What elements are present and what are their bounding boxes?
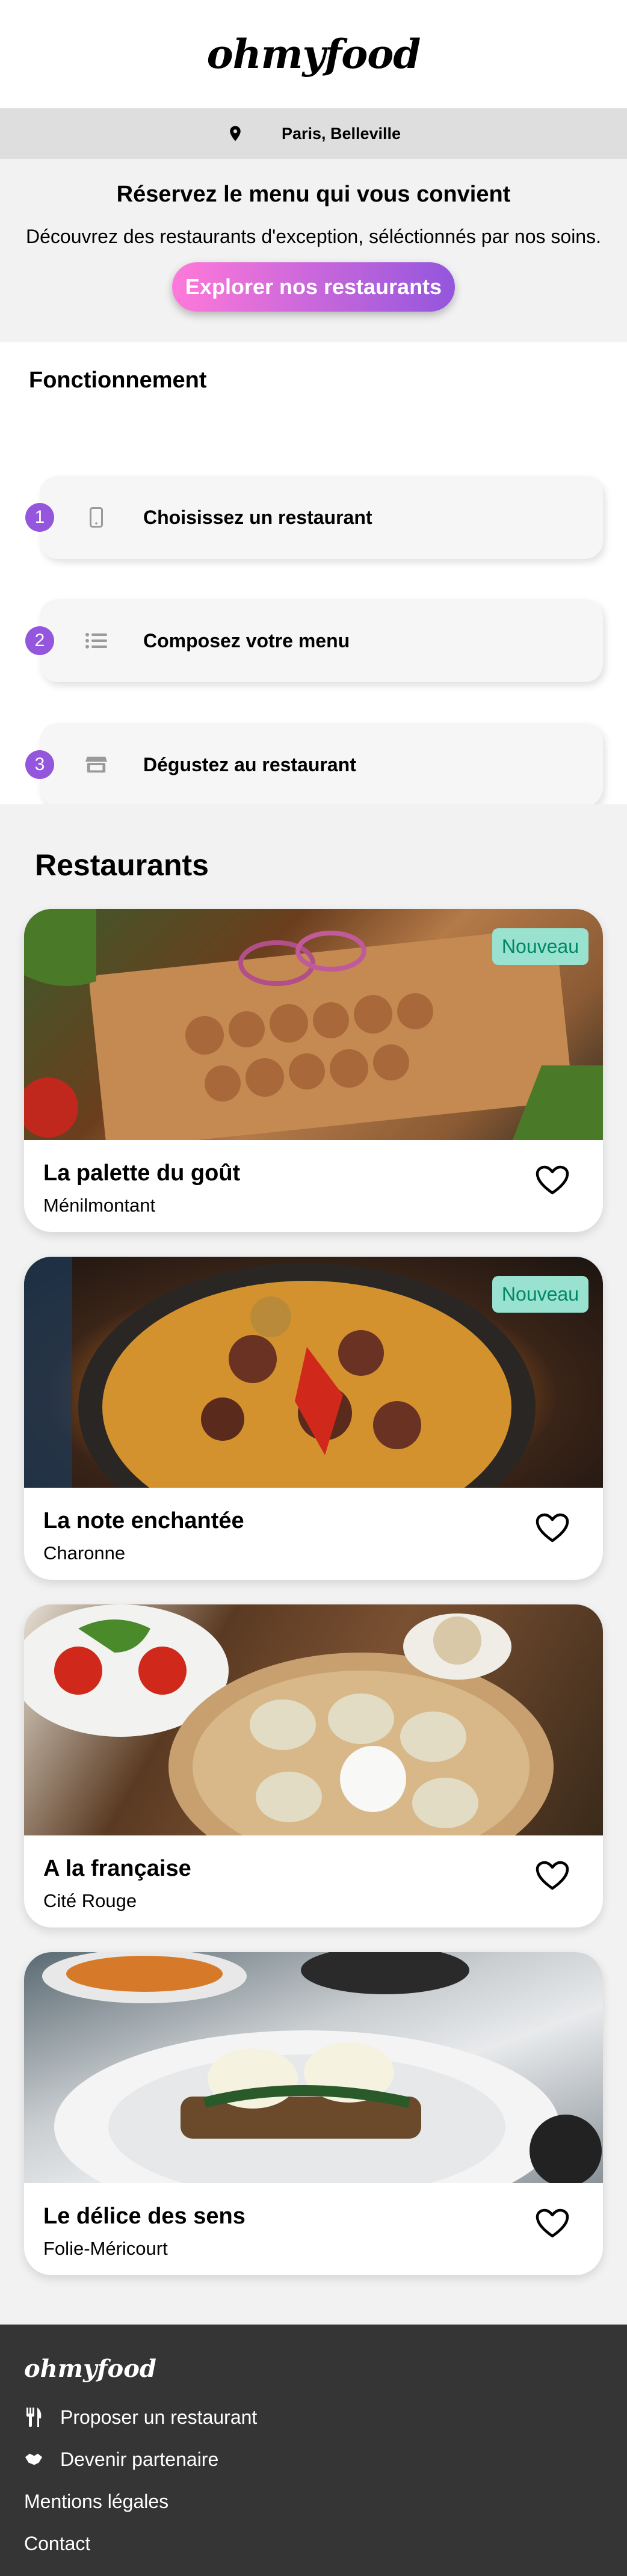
- step-label: Dégustez au restaurant: [143, 753, 356, 775]
- logo[interactable]: ohmyfood: [207, 31, 421, 78]
- step-label: Choisissez un restaurant: [143, 506, 372, 528]
- footer-logo[interactable]: ohmyfood: [24, 2355, 627, 2383]
- footer-link-label: Proposer un restaurant: [60, 2406, 258, 2428]
- heart-icon[interactable]: [536, 2208, 569, 2239]
- footer-link-legal[interactable]: Mentions légales: [24, 2480, 627, 2522]
- location-text: Paris, Belleville: [281, 124, 401, 143]
- footer-link-propose-restaurant[interactable]: Proposer un restaurant: [24, 2396, 627, 2438]
- new-badge: Nouveau: [492, 1276, 588, 1313]
- store-icon: [85, 754, 107, 775]
- restaurant-image[interactable]: Nouveau: [24, 1257, 603, 1488]
- step-label: Composez votre menu: [143, 629, 350, 652]
- restaurant-name: La note enchantée: [43, 1508, 244, 1533]
- explore-restaurants-button[interactable]: Explorer nos restaurants: [171, 262, 456, 312]
- how-title: Fonctionnement: [29, 368, 207, 393]
- list-icon: [85, 630, 107, 652]
- location-bar: Paris, Belleville: [0, 108, 627, 159]
- restaurants-section: Restaurants Nouveau La palette du goût M…: [0, 804, 627, 2325]
- step-card: 1 Choisissez un restaurant: [25, 476, 603, 559]
- site-footer: ohmyfood Proposer un restaurant Devenir …: [0, 2325, 627, 2576]
- map-marker-icon: [230, 126, 241, 141]
- hero-subtitle: Découvrez des restaurants d'exception, s…: [26, 226, 601, 247]
- step-number: 3: [25, 750, 54, 779]
- restaurant-name: A la française: [43, 1856, 191, 1881]
- mobile-icon: [85, 507, 107, 528]
- restaurant-image[interactable]: [24, 1604, 603, 1835]
- step-card: 3 Dégustez au restaurant: [25, 723, 603, 806]
- restaurant-area: Charonne: [43, 1542, 126, 1564]
- step-card: 2 Composez votre menu: [25, 599, 603, 682]
- restaurants-title: Restaurants: [35, 848, 209, 882]
- restaurant-name: Le délice des sens: [43, 2204, 246, 2229]
- footer-link-label: Contact: [24, 2532, 91, 2554]
- how-it-works-section: Fonctionnement 1 Choisissez un restauran…: [0, 342, 627, 806]
- hero-title: Réservez le menu qui vous convient: [116, 182, 511, 207]
- step-number: 2: [25, 626, 54, 655]
- heart-icon[interactable]: [536, 1861, 569, 1891]
- restaurant-card[interactable]: Nouveau La note enchantée Charonne: [24, 1257, 603, 1580]
- footer-link-contact[interactable]: Contact: [24, 2522, 627, 2565]
- heart-icon[interactable]: [536, 1513, 569, 1543]
- new-badge: Nouveau: [492, 928, 588, 965]
- footer-link-label: Mentions légales: [24, 2490, 169, 2512]
- restaurant-image[interactable]: [24, 1952, 603, 2183]
- restaurant-card[interactable]: Le délice des sens Folie-Méricourt: [24, 1952, 603, 2275]
- restaurant-card[interactable]: A la française Cité Rouge: [24, 1604, 603, 1927]
- restaurant-area: Cité Rouge: [43, 1890, 137, 1911]
- restaurant-area: Folie-Méricourt: [43, 2238, 168, 2259]
- restaurant-image[interactable]: Nouveau: [24, 909, 603, 1140]
- footer-link-label: Devenir partenaire: [60, 2448, 219, 2470]
- handshake-icon: [24, 2450, 43, 2469]
- heart-icon[interactable]: [536, 1165, 569, 1195]
- step-number: 1: [25, 503, 54, 532]
- footer-link-become-partner[interactable]: Devenir partenaire: [24, 2438, 627, 2480]
- restaurant-name: La palette du goût: [43, 1160, 241, 1186]
- site-header: ohmyfood: [0, 0, 627, 108]
- restaurant-card[interactable]: Nouveau La palette du goût Ménilmontant: [24, 909, 603, 1232]
- restaurant-area: Ménilmontant: [43, 1195, 156, 1216]
- hero-section: Réservez le menu qui vous convient Décou…: [0, 159, 627, 342]
- utensils-icon: [24, 2408, 43, 2427]
